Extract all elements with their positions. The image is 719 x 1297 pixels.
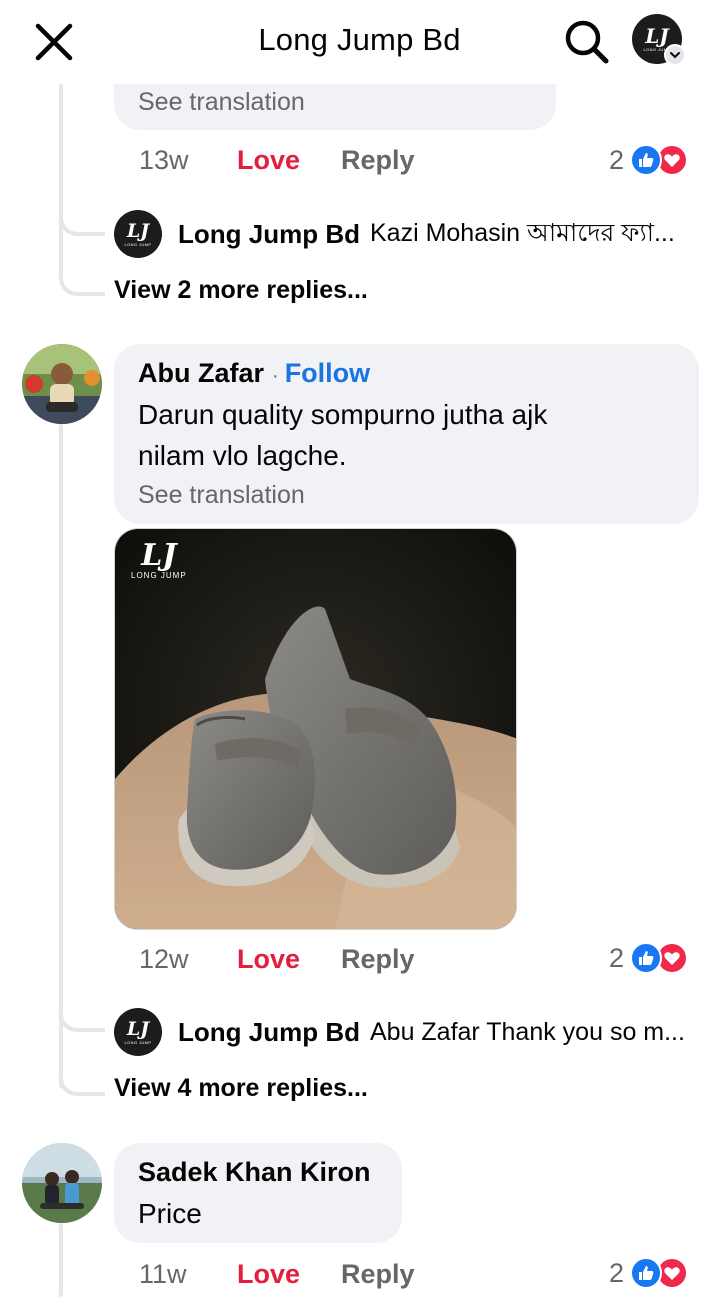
like-icon: [630, 144, 663, 176]
thread-connector: [59, 1008, 105, 1032]
page-profile-avatar[interactable]: LJ LONG JUMP: [632, 14, 686, 68]
reply-text: Abu Zafar Thank you so m...: [369, 1017, 685, 1046]
thread-line: [59, 84, 63, 274]
love-button[interactable]: Love: [237, 944, 341, 975]
love-button[interactable]: Love: [237, 1259, 341, 1290]
reply-button[interactable]: Reply: [341, 1259, 415, 1290]
reply-text: Kazi Mohasin আমাদের ফ্যা...: [369, 218, 675, 247]
chevron-down-icon[interactable]: [664, 44, 686, 66]
logo-avatar: LJ LONG JUMP: [114, 1008, 162, 1056]
avatar[interactable]: [22, 344, 102, 424]
reaction-summary[interactable]: 2: [609, 938, 689, 978]
thread-connector: [59, 1072, 105, 1096]
like-icon: [630, 1257, 663, 1289]
comment-author[interactable]: Abu Zafar: [138, 358, 264, 388]
comment-bubble: Abu Zafar · Follow Darun quality sompurno …: [114, 344, 699, 524]
reaction-count: 2: [609, 144, 625, 175]
comment-text: Price: [138, 1198, 202, 1229]
logo-avatar: LJ LONG JUMP: [114, 210, 162, 258]
see-translation-link[interactable]: See translation: [138, 479, 305, 511]
reaction-count: 2: [609, 942, 625, 973]
comment-bubble: Sadek Khan Kiron Price: [114, 1143, 402, 1243]
thread-line: [59, 1223, 63, 1297]
reaction-summary[interactable]: 2: [609, 1253, 689, 1293]
comment-actions: 11w Love Reply: [139, 1254, 415, 1294]
thread-connector: [59, 212, 105, 236]
avatar[interactable]: [22, 1143, 102, 1223]
top-bar: Long Jump Bd LJ LONG JUMP: [0, 0, 719, 84]
reaction-count: 2: [609, 1257, 625, 1288]
reply-preview[interactable]: LJ LONG JUMP Long Jump Bd Kazi Mohasin আ…: [114, 209, 704, 259]
view-more-replies-link[interactable]: View 4 more replies...: [114, 1074, 368, 1103]
comment-text-line: Darun quality sompurno jutha ajk: [138, 399, 548, 430]
love-button[interactable]: Love: [237, 145, 341, 176]
view-more-replies-link[interactable]: View 2 more replies...: [114, 276, 368, 305]
brand-logo: LJ LONG JUMP: [131, 538, 187, 581]
comment-actions: 13w Love Reply: [139, 140, 415, 180]
comment-time: 13w: [139, 144, 189, 175]
separator-dot: ·: [272, 365, 279, 387]
like-icon: [630, 942, 663, 974]
thread-line: [59, 424, 63, 1088]
reply-button[interactable]: Reply: [341, 145, 415, 176]
reply-preview[interactable]: LJ LONG JUMP Long Jump Bd Abu Zafar Than…: [114, 1007, 704, 1057]
see-translation-link[interactable]: See translation: [138, 86, 305, 118]
reply-author: Long Jump Bd: [178, 1016, 360, 1047]
follow-button[interactable]: Follow: [285, 358, 370, 388]
reply-author: Long Jump Bd: [178, 218, 360, 249]
comment-time: 12w: [139, 943, 189, 974]
comment-photo[interactable]: LJ LONG JUMP: [114, 528, 517, 930]
comment-author[interactable]: Sadek Khan Kiron: [138, 1155, 371, 1189]
comment-time: 11w: [139, 1258, 187, 1289]
comment-actions: 12w Love Reply: [139, 939, 415, 979]
thread-connector: [59, 272, 105, 296]
reply-button[interactable]: Reply: [341, 944, 415, 975]
search-icon[interactable]: [560, 16, 612, 68]
reaction-summary[interactable]: 2: [609, 140, 689, 180]
comment-text-line: nilam vlo lagche.: [138, 440, 347, 471]
